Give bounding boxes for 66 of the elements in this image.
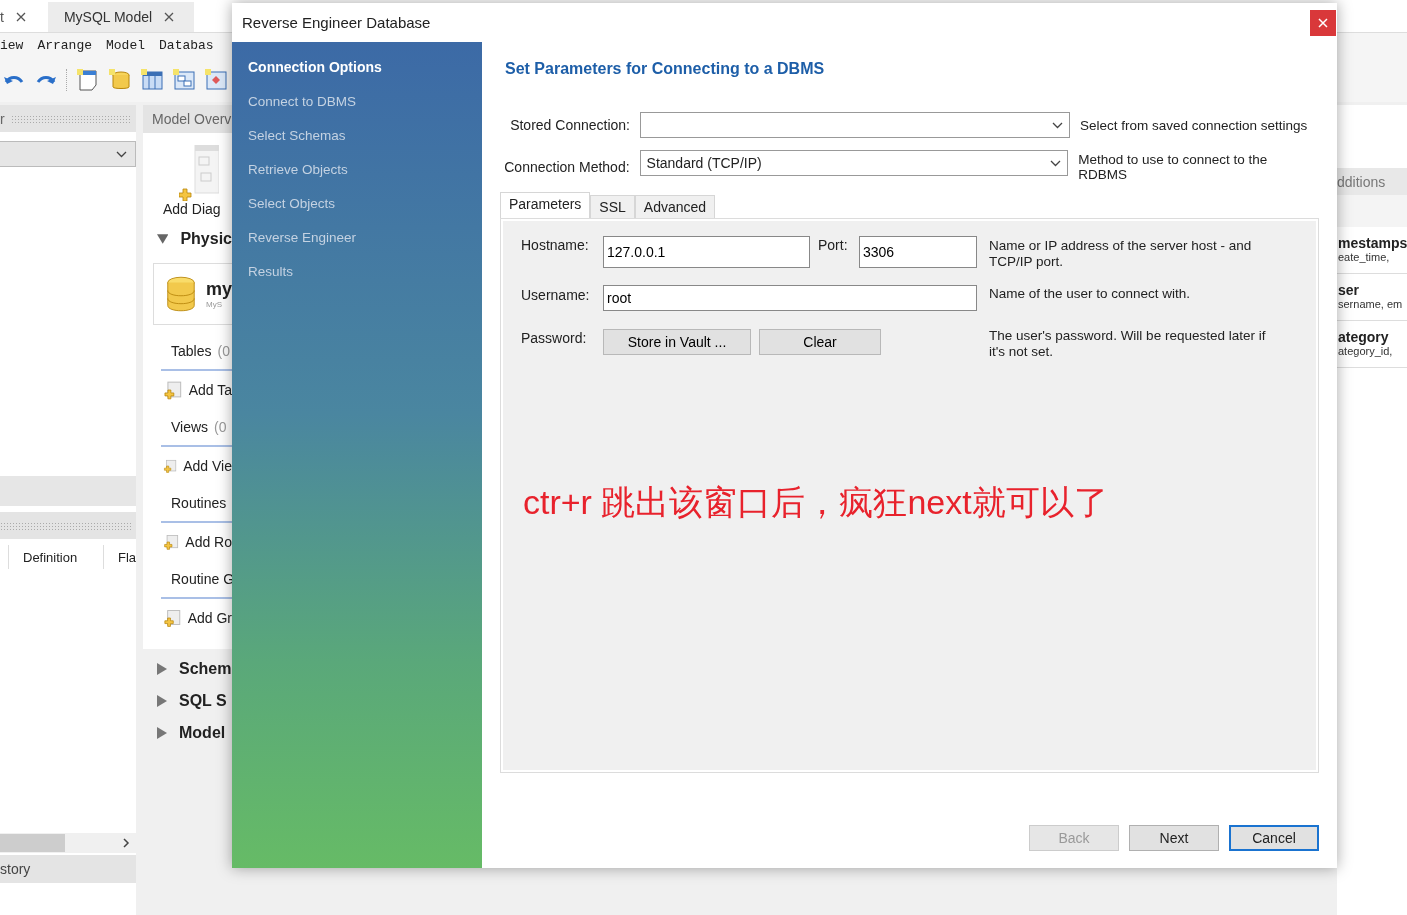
add-diagram-label[interactable]: Add Diag <box>163 201 221 217</box>
wizard-step: Connect to DBMS <box>248 84 482 118</box>
section-header[interactable]: Model <box>143 717 232 749</box>
field-label: Password: <box>521 329 588 346</box>
help-text: The user's password. Will be requested later if it's not set. <box>989 328 1267 360</box>
help-text: Select from saved connection settings <box>1080 117 1308 133</box>
field-label: Username: <box>521 286 591 303</box>
help-text: Name or IP address of the server host - and TCP/IP port. <box>989 237 1253 270</box>
help-text: Method to use to connect to the RDBMS <box>1078 151 1269 182</box>
add-object-label[interactable]: Add Ro <box>185 534 232 550</box>
group-count: (0 <box>214 419 227 435</box>
wizard-button[interactable]: Cancel <box>1229 825 1319 851</box>
section-header[interactable]: SQL S <box>143 685 232 717</box>
group-label: Routines <box>171 495 227 511</box>
wizard-step: Retrieve Objects <box>248 152 482 186</box>
add-object-label[interactable]: Add Gr <box>187 610 232 626</box>
annotation-text: ctr+r 跳出该窗口后，疯狂next就可以了 <box>523 482 1109 523</box>
section-header[interactable]: Physic <box>143 223 232 255</box>
wizard-button[interactable]: Next <box>1129 825 1219 851</box>
schema-card[interactable]: my MyS <box>153 263 232 325</box>
template-title[interactable]: ategory <box>1338 329 1407 345</box>
template-title[interactable]: ser <box>1338 282 1407 298</box>
column-header[interactable]: Definition <box>8 545 103 569</box>
group-label: Views <box>171 419 209 435</box>
template-detail: eate_time, <box>1338 251 1391 263</box>
panel-title: r <box>0 110 5 127</box>
window-title: Reverse Engineer Database <box>242 14 431 31</box>
menu-item[interactable]: Arrange <box>37 38 92 53</box>
store-in-vault-button[interactable]: Store in Vault ... <box>603 329 751 355</box>
panel-header: dditions <box>1337 168 1407 195</box>
wizard-step: Select Objects <box>248 186 482 220</box>
template-title[interactable]: mestamps <box>1338 235 1407 251</box>
tab[interactable]: Parameters <box>500 192 591 218</box>
panel-header: Model Overv <box>143 105 232 133</box>
field-label: Connection Method: <box>503 158 630 175</box>
help-text: Name of the user to connect with. <box>989 285 1192 302</box>
schema-subtitle: MyS <box>206 300 223 309</box>
page-heading: Set Parameters for Connecting to a DBMS <box>505 60 826 79</box>
group-count: (0 <box>217 343 230 359</box>
hostname-field[interactable]: 127.0.0.1 <box>603 236 810 268</box>
connection-method-dropdown[interactable]: Standard (TCP/IP) <box>639 150 1069 176</box>
wizard-step: Select Schemas <box>248 118 482 152</box>
group-label: Tables <box>171 343 212 359</box>
tab[interactable]: Advanced <box>634 195 716 218</box>
tab[interactable]: SSL <box>590 195 635 218</box>
field-label: Stored Connection: <box>509 117 630 133</box>
field-label: Port: <box>818 236 849 253</box>
wizard-step: Connection Options <box>248 50 482 84</box>
field-label: Hostname: <box>521 236 590 253</box>
wizard-step: Results <box>248 254 482 288</box>
add-object-label[interactable]: Add Ta <box>188 382 232 398</box>
menu-item[interactable]: iew <box>0 38 24 53</box>
menu-item[interactable]: Model <box>106 38 146 53</box>
panel-tab[interactable]: story <box>0 855 136 883</box>
column-header[interactable]: Fla <box>102 545 136 569</box>
port-field[interactable]: 3306 <box>859 236 977 268</box>
template-detail: ategory_id, <box>1338 345 1394 357</box>
add-object-label[interactable]: Add Vie <box>183 458 232 474</box>
wizard-step: Reverse Engineer <box>248 220 482 254</box>
document-tab[interactable]: MySQL Model <box>47 2 195 32</box>
username-field[interactable]: root <box>603 285 977 311</box>
clear-button[interactable]: Clear <box>759 329 881 355</box>
template-detail: sername, em <box>1338 298 1404 310</box>
schema-name: my <box>206 279 232 300</box>
menu-item[interactable]: Databas <box>159 38 214 53</box>
section-header[interactable]: Schem <box>143 653 232 685</box>
